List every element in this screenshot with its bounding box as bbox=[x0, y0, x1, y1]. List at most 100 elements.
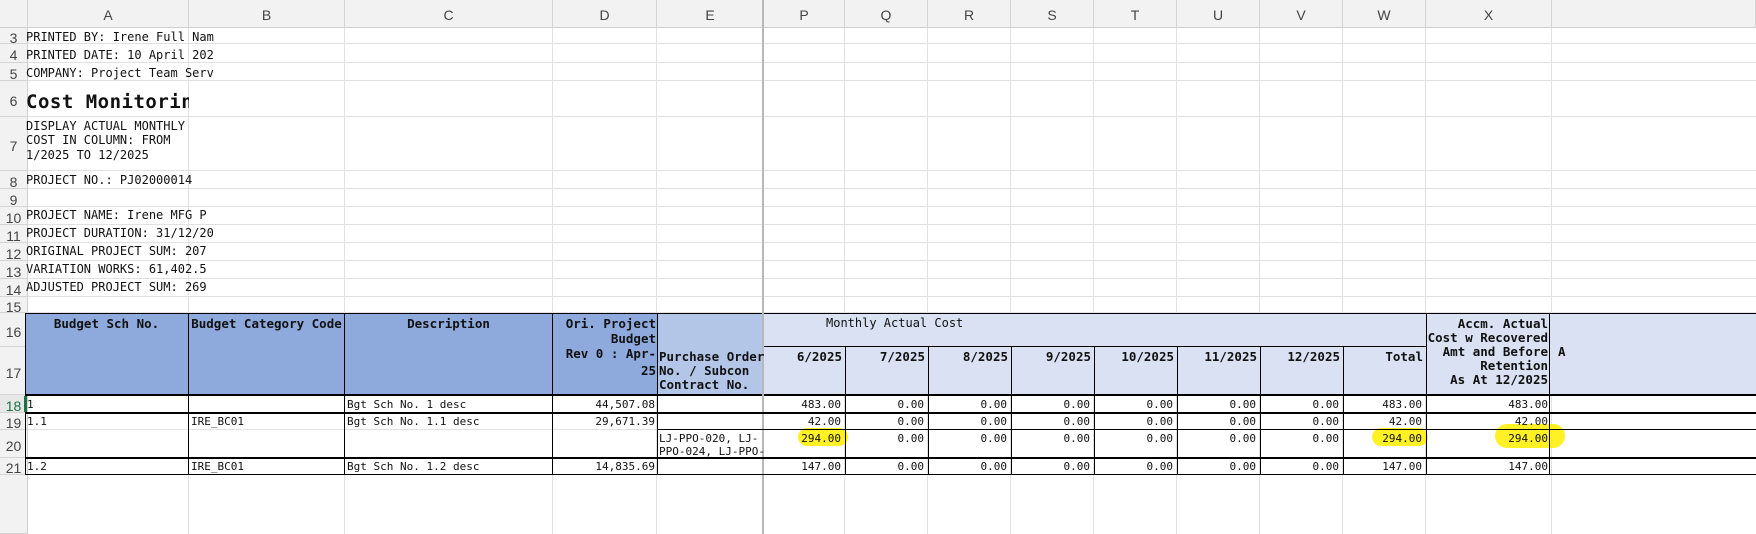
row-header-16[interactable]: 16 bbox=[0, 313, 28, 347]
column-header-a[interactable]: A bbox=[28, 0, 189, 28]
cell-value-1: 0.00 bbox=[897, 432, 925, 445]
row-header-17[interactable]: 17 bbox=[0, 347, 28, 395]
data-vline bbox=[928, 396, 929, 475]
cell-value-7: 294.00 bbox=[1382, 432, 1422, 445]
column-header-w[interactable]: W bbox=[1343, 0, 1426, 28]
printed-by: PRINTED BY: Irene Full Nam bbox=[26, 30, 214, 44]
header-month-4: 10/2025 bbox=[1121, 349, 1174, 364]
row-header-5[interactable]: 5 bbox=[0, 63, 28, 82]
header-description: Description bbox=[407, 316, 490, 331]
row-header-11[interactable]: 11 bbox=[0, 225, 28, 244]
cell-value-8: 147.00 bbox=[1508, 460, 1548, 473]
column-header-r[interactable]: R bbox=[928, 0, 1011, 28]
monthly-divider bbox=[764, 346, 1427, 347]
cell-budget-category-code: IRE_BC01 bbox=[191, 415, 244, 428]
row-header-20[interactable]: 20 bbox=[0, 430, 28, 458]
row-header-9[interactable]: 9 bbox=[0, 189, 28, 208]
column-header-v[interactable]: V bbox=[1260, 0, 1343, 28]
row-header-overflow[interactable] bbox=[0, 475, 28, 534]
row-header-13[interactable]: 13 bbox=[0, 261, 28, 280]
cell-value-4: 0.00 bbox=[1146, 415, 1174, 428]
header-monthly-actual-cost: Monthly Actual Cost bbox=[826, 316, 964, 330]
cell-ori-budget: 44,507.08 bbox=[595, 398, 655, 411]
hdr-vline bbox=[657, 313, 658, 395]
cell-value-1: 0.00 bbox=[897, 460, 925, 473]
cell-value-5: 0.00 bbox=[1229, 432, 1257, 445]
cell-value-7: 483.00 bbox=[1382, 398, 1422, 411]
cell-description: Bgt Sch No. 1.2 desc bbox=[347, 460, 480, 473]
data-vline bbox=[1343, 396, 1344, 475]
cell-value-6: 0.00 bbox=[1312, 432, 1340, 445]
column-header-q[interactable]: Q bbox=[845, 0, 928, 28]
cell-description: Bgt Sch No. 1.1 desc bbox=[347, 415, 480, 428]
column-header-overflow[interactable] bbox=[1552, 0, 1756, 28]
column-header-e[interactable]: E bbox=[657, 0, 764, 28]
row-header-19[interactable]: 19 bbox=[0, 413, 28, 431]
cell-value-6: 0.00 bbox=[1312, 415, 1340, 428]
cell-value-0: 294.00 bbox=[801, 432, 841, 445]
cell-value-1: 0.00 bbox=[897, 398, 925, 411]
grid-hline bbox=[28, 188, 1756, 189]
row-border bbox=[25, 457, 1756, 459]
grid-hline bbox=[28, 62, 1756, 63]
column-header-b[interactable]: B bbox=[189, 0, 345, 28]
project-duration: PROJECT DURATION: 31/12/20 bbox=[26, 226, 214, 240]
cell-po-line-1: LJ-PPO-020, LJ- bbox=[659, 432, 759, 445]
row-header-8[interactable]: 8 bbox=[0, 171, 28, 190]
cell-ori-budget: 29,671.39 bbox=[595, 415, 655, 428]
column-header-x[interactable]: X bbox=[1426, 0, 1552, 28]
column-header-d[interactable]: D bbox=[553, 0, 657, 28]
cell-value-2: 0.00 bbox=[980, 432, 1008, 445]
cell-value-3: 0.00 bbox=[1063, 460, 1091, 473]
grid-hline bbox=[28, 43, 1756, 44]
cell-budget-sch-no: 1.2 bbox=[27, 460, 47, 473]
grid-hline bbox=[28, 206, 1756, 207]
data-vline bbox=[1549, 396, 1550, 475]
row-header-3[interactable]: 3 bbox=[0, 28, 28, 46]
display-line-1: DISPLAY ACTUAL MONTHLY bbox=[26, 119, 185, 133]
cell-budget-category-code: IRE_BC01 bbox=[191, 460, 244, 473]
active-cell-indicator[interactable] bbox=[24, 396, 27, 412]
column-header-t[interactable]: T bbox=[1094, 0, 1177, 28]
column-header-p[interactable]: P bbox=[764, 0, 845, 28]
column-header-s[interactable]: S bbox=[1011, 0, 1094, 28]
row-header-14[interactable]: 14 bbox=[0, 279, 28, 298]
company: COMPANY: Project Team Serv bbox=[26, 66, 214, 80]
select-all-corner[interactable] bbox=[0, 0, 28, 28]
header-budget-sch-no: Budget Sch No. bbox=[53, 316, 160, 331]
cell-value-4: 0.00 bbox=[1146, 432, 1174, 445]
header-accm-5: As At 12/2025 bbox=[1450, 372, 1548, 387]
cell-ori-budget: 14,835.69 bbox=[595, 460, 655, 473]
row-header-12[interactable]: 12 bbox=[0, 243, 28, 262]
data-vline bbox=[657, 396, 658, 475]
header-month-1: 7/2025 bbox=[879, 349, 925, 364]
column-header-c[interactable]: C bbox=[345, 0, 553, 28]
cell-value-5: 0.00 bbox=[1229, 415, 1257, 428]
row-header-15[interactable]: 15 bbox=[0, 297, 28, 315]
cell-value-0: 42.00 bbox=[807, 415, 841, 428]
cell-value-5: 0.00 bbox=[1229, 460, 1257, 473]
row-header-4[interactable]: 4 bbox=[0, 44, 28, 63]
cell-value-1: 0.00 bbox=[897, 415, 925, 428]
display-line-2: COST IN COLUMN: FROM bbox=[26, 133, 171, 147]
grid-hline bbox=[28, 170, 1756, 171]
data-vline bbox=[1260, 396, 1261, 475]
header-month-2: 8/2025 bbox=[962, 349, 1008, 364]
column-header-u[interactable]: U bbox=[1177, 0, 1260, 28]
cell-value-3: 0.00 bbox=[1063, 415, 1091, 428]
row-header-7[interactable]: 7 bbox=[0, 117, 28, 171]
row-header-6[interactable]: 6 bbox=[0, 81, 28, 117]
row-header-21[interactable]: 21 bbox=[0, 458, 28, 476]
original-project-sum: ORIGINAL PROJECT SUM: 207 bbox=[26, 244, 207, 258]
cell-value-8: 294.00 bbox=[1508, 432, 1548, 445]
header-ori-budget-3: Rev 0 : Apr-25 bbox=[565, 346, 656, 378]
row-header-10[interactable]: 10 bbox=[0, 207, 28, 226]
display-line-3: 1/2025 TO 12/2025 bbox=[26, 148, 149, 162]
variation-works: VARIATION WORKS: 61,402.5 bbox=[26, 262, 207, 276]
cell-value-4: 0.00 bbox=[1146, 398, 1174, 411]
grid-hline bbox=[28, 260, 1756, 261]
row-border bbox=[25, 412, 1756, 414]
cell-value-2: 0.00 bbox=[980, 460, 1008, 473]
row-border bbox=[25, 474, 1756, 475]
header-month-5: 11/2025 bbox=[1204, 349, 1257, 364]
